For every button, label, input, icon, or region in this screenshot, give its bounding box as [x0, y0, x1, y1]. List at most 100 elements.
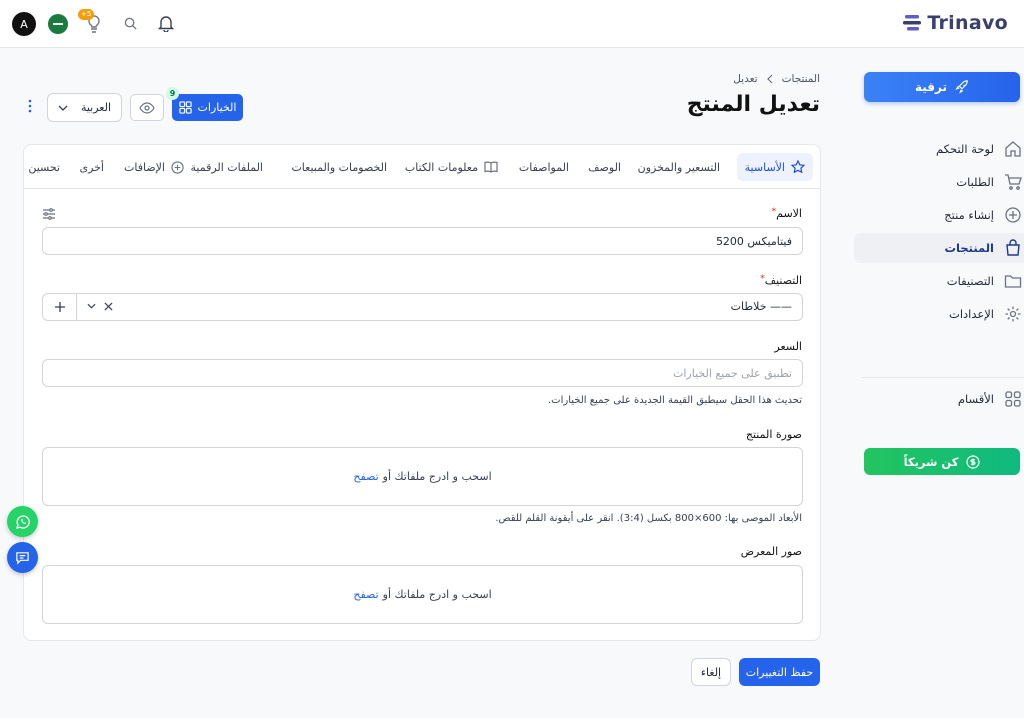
more-vertical-icon[interactable]: [27, 99, 33, 113]
search-icon[interactable]: [124, 17, 137, 30]
tab-label: الوصف: [588, 160, 621, 174]
category-label: التصنيف*: [760, 274, 802, 287]
tab-pricing-inventory[interactable]: التسعير والمخزون: [638, 153, 720, 181]
language-value: العربية: [80, 101, 111, 114]
category-value: —— خلاطات: [730, 300, 792, 313]
tab-other[interactable]: أخرى: [79, 153, 104, 181]
gallery-label: صور المعرض: [740, 545, 802, 558]
tab-bar: الأساسية التسعير والمخزون الوصف المواصفا…: [24, 145, 820, 189]
tab-label: أخرى: [79, 160, 104, 174]
gallery-dropzone[interactable]: اسحب و ادرج ملفاتك أو تصفح: [42, 565, 803, 624]
breadcrumb-current: تعديل: [733, 73, 758, 85]
sidebar-divider: [862, 377, 1024, 378]
options-label: الخيارات: [197, 101, 237, 114]
avatar[interactable]: A: [12, 12, 36, 36]
sidebar-item-products[interactable]: المنتجات: [854, 233, 1024, 263]
tab-label: التسعير والمخزون: [637, 160, 720, 174]
sidebar-item-settings[interactable]: الإعدادات: [854, 299, 1024, 329]
whatsapp-button[interactable]: [7, 506, 38, 537]
name-label: الاسم*: [772, 207, 802, 220]
sidebar-item-orders[interactable]: الطلبات: [854, 167, 1024, 197]
sidebar-item-sections[interactable]: الأقسام: [854, 384, 1024, 414]
price-input[interactable]: تطبيق على جميع الخيارات: [42, 359, 803, 387]
tab-description[interactable]: الوصف: [588, 153, 621, 181]
sidebar-item-label: الطلبات: [956, 175, 994, 189]
tab-addons[interactable]: الإضافات: [124, 153, 184, 181]
drop-text: اسحب و ادرج ملفاتك أو: [382, 470, 492, 483]
tab-label: الخصومات والمبيعات: [291, 160, 387, 174]
product-image-dropzone[interactable]: اسحب و ادرج ملفاتك أو تصفح: [42, 447, 803, 506]
tab-basic[interactable]: الأساسية: [736, 153, 813, 181]
bell-icon[interactable]: [157, 14, 175, 32]
rocket-icon: [955, 80, 969, 94]
plus-circle-icon: [171, 160, 184, 174]
sidebar-item-categories[interactable]: التصنيفات: [854, 266, 1024, 296]
clear-icon[interactable]: [104, 302, 113, 311]
category-select[interactable]: —— خلاطات: [42, 293, 803, 321]
add-category-button[interactable]: [43, 294, 77, 320]
language-select[interactable]: العربية: [47, 93, 122, 122]
name-label-text: الاسم: [776, 207, 802, 220]
tab-label: الأساسية: [744, 160, 785, 174]
partner-label: كن شريكاً: [903, 454, 959, 469]
chevron-down-icon[interactable]: [87, 303, 96, 309]
preview-button[interactable]: [130, 94, 164, 121]
grid-icon: [178, 101, 192, 114]
top-bar: Trinavo A +5: [0, 0, 1024, 48]
folder-icon: [1004, 272, 1022, 290]
tab-label: الملفات الرقمية: [190, 160, 264, 174]
price-placeholder: تطبيق على جميع الخيارات: [673, 366, 792, 380]
browse-link[interactable]: تصفح: [353, 470, 378, 483]
tab-specifications[interactable]: المواصفات: [519, 153, 569, 181]
tab-discounts-sales[interactable]: الخصومات والمبيعات: [291, 153, 387, 181]
sidebar-item-label: لوحة التحكم: [936, 142, 994, 156]
chat-button[interactable]: [7, 542, 38, 573]
page-title: تعديل المنتج: [686, 92, 820, 117]
sidebar-item-label: الأقسام: [957, 392, 994, 406]
breadcrumb-products[interactable]: المنتجات: [782, 73, 820, 85]
sliders-icon[interactable]: [42, 208, 56, 220]
chevron-left-icon: [766, 74, 774, 84]
logo-text: Trinavo: [927, 12, 1008, 34]
save-button[interactable]: حفظ التغييرات: [739, 658, 820, 686]
chat-icon: [15, 550, 30, 565]
saudi-flag-icon[interactable]: [48, 14, 68, 34]
tab-digital-files[interactable]: الملفات الرقمية: [191, 153, 264, 181]
tab-label: الإضافات: [124, 160, 165, 174]
image-help-text: الأبعاد الموصى بها: 600×800 بكسل (3:4). …: [495, 513, 802, 524]
price-help-text: تحديث هذا الحقل سيطبق القيمة الجديدة على…: [548, 395, 802, 406]
tab-label: تحسين م: [24, 160, 60, 174]
tab-seo[interactable]: تحسين م: [24, 153, 60, 181]
cart-icon: [1004, 173, 1022, 191]
drop-text: اسحب و ادرج ملفاتك أو: [382, 588, 492, 601]
sidebar-item-create-product[interactable]: إنشاء منتج: [854, 200, 1024, 230]
sidebar-item-label: المنتجات: [944, 241, 994, 255]
sidebar-item-label: إنشاء منتج: [944, 208, 994, 222]
upgrade-label: ترقية: [915, 80, 948, 94]
price-label: السعر: [774, 340, 802, 353]
product-image-label: صورة المنتج: [745, 428, 802, 441]
book-icon: [484, 161, 498, 173]
sidebar-item-label: الإعدادات: [949, 307, 994, 321]
star-icon: [791, 160, 805, 174]
grid-icon: [1004, 390, 1022, 408]
plus-circle-icon: [1004, 206, 1022, 224]
logo[interactable]: Trinavo: [903, 12, 1008, 34]
dollar-circle-icon: [966, 454, 981, 469]
cancel-button[interactable]: إلغاء: [691, 658, 731, 686]
name-input[interactable]: فيتاميكس 5200: [42, 227, 803, 255]
sidebar-item-dashboard[interactable]: لوحة التحكم: [854, 134, 1024, 164]
browse-link[interactable]: تصفح: [353, 588, 378, 601]
tab-label: المواصفات: [518, 160, 569, 174]
whatsapp-icon: [15, 514, 31, 530]
tab-book-info[interactable]: معلومات الكتاب: [405, 153, 498, 181]
logo-icon: [903, 14, 923, 32]
become-partner-button[interactable]: كن شريكاً: [864, 448, 1020, 475]
options-button[interactable]: الخيارات: [172, 94, 243, 121]
category-label-text: التصنيف: [764, 274, 802, 287]
name-value: فيتاميكس 5200: [715, 234, 792, 248]
upgrade-button[interactable]: ترقية: [864, 72, 1020, 102]
breadcrumb: المنتجات تعديل: [733, 73, 820, 85]
sidebar-item-label: التصنيفات: [946, 274, 994, 288]
chevron-down-icon: [58, 105, 68, 111]
